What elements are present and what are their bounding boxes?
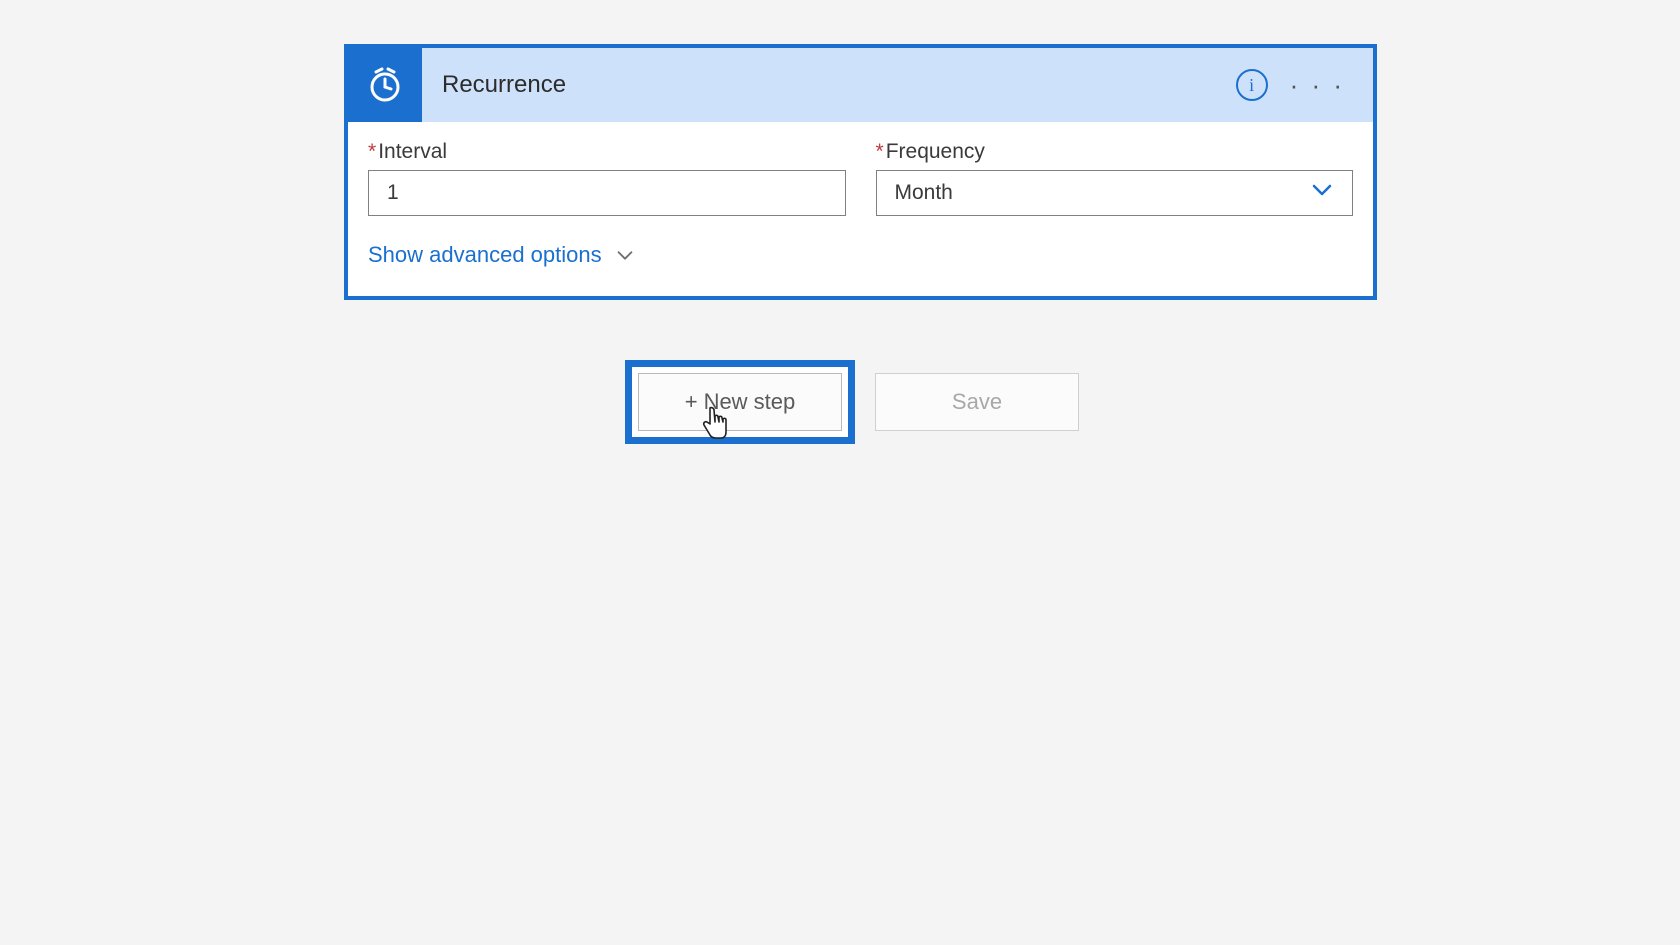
save-button[interactable]: Save bbox=[875, 373, 1079, 431]
chevron-down-icon bbox=[614, 244, 636, 266]
card-body: *Interval 1 *Frequency Month Show advanc… bbox=[348, 122, 1373, 296]
action-row: + New step Save bbox=[625, 360, 1079, 444]
card-header: Recurrence i · · · bbox=[348, 48, 1373, 122]
chevron-down-icon bbox=[1310, 178, 1334, 208]
new-step-highlight: + New step bbox=[625, 360, 855, 444]
frequency-value: Month bbox=[895, 181, 953, 205]
required-mark: * bbox=[368, 140, 376, 163]
interval-input[interactable]: 1 bbox=[368, 170, 846, 216]
recurrence-icon bbox=[348, 48, 422, 122]
info-icon[interactable]: i bbox=[1236, 69, 1268, 101]
new-step-button[interactable]: + New step bbox=[638, 373, 842, 431]
show-advanced-options[interactable]: Show advanced options bbox=[368, 242, 1353, 268]
interval-field: *Interval 1 bbox=[368, 140, 846, 216]
frequency-select[interactable]: Month bbox=[876, 170, 1354, 216]
card-title: Recurrence bbox=[422, 71, 566, 99]
more-menu-icon[interactable]: · · · bbox=[1290, 72, 1345, 98]
frequency-label: *Frequency bbox=[876, 140, 1354, 164]
frequency-field: *Frequency Month bbox=[876, 140, 1354, 216]
recurrence-card: Recurrence i · · · *Interval 1 *Frequenc… bbox=[344, 44, 1377, 300]
plus-icon: + bbox=[685, 389, 698, 415]
new-step-label: New step bbox=[704, 389, 796, 415]
required-mark: * bbox=[876, 140, 884, 163]
interval-label: *Interval bbox=[368, 140, 846, 164]
advanced-label: Show advanced options bbox=[368, 242, 602, 268]
